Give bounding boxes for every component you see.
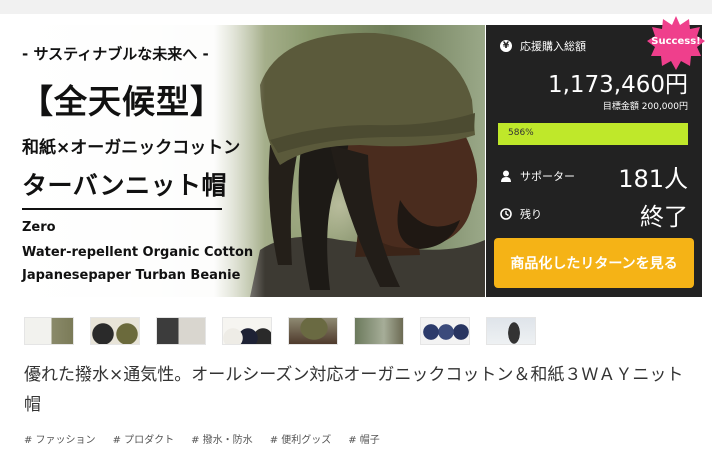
thumbnail-7[interactable] <box>420 317 470 345</box>
remaining-label: 残り <box>520 208 542 221</box>
supporters-value: 181人 <box>618 165 688 193</box>
hero-english-line-2: Water-repellent Organic Cotton <box>22 245 254 260</box>
top-bar <box>0 0 712 14</box>
person-icon <box>501 170 511 182</box>
project-description: 優れた撥水×通気性。オールシーズン対応オーガニックコットン＆和紙３ＷＡＹニット帽 <box>24 365 684 415</box>
total-label: 応援購入総額 <box>520 40 586 53</box>
total-label-row: ¥ 応援購入総額 <box>500 38 586 54</box>
tag-fashion[interactable]: # ファッション <box>24 431 96 446</box>
tag-waterproof[interactable]: # 撥水・防水 <box>191 431 253 446</box>
thumbnail-1[interactable] <box>24 317 74 345</box>
supporters-label-row: サポーター <box>500 168 575 184</box>
tag-gadgets[interactable]: # 便利グッズ <box>270 431 332 446</box>
clock-icon <box>500 208 512 220</box>
hero-english-line-1: Zero <box>22 220 56 235</box>
hero-title: 【全天候型】 <box>20 82 224 121</box>
tag-product[interactable]: # プロダクト <box>113 431 175 446</box>
tag-list: # ファッション # プロダクト # 撥水・防水 # 便利グッズ # 帽子 <box>24 431 397 446</box>
remaining-value: 終了 <box>640 203 688 231</box>
success-badge: Success! <box>651 36 701 47</box>
yen-icon: ¥ <box>500 40 512 52</box>
thumbnail-6[interactable] <box>354 317 404 345</box>
model-photo <box>250 32 485 297</box>
hero-line-1: 和紙×オーガニックコットン <box>22 138 241 158</box>
supporters-label: サポーター <box>520 170 575 183</box>
progress-percent: 586% <box>508 128 534 138</box>
thumbnail-2[interactable] <box>90 317 140 345</box>
view-returns-button[interactable]: 商品化したリターンを見る <box>494 238 694 288</box>
hero-image: - サスティナブルな未来へ - 【全天候型】 和紙×オーガニックコットン ターバ… <box>10 25 485 297</box>
progress-bar: 586% <box>498 123 688 145</box>
thumbnail-4[interactable] <box>222 317 272 345</box>
hero-divider <box>22 208 222 210</box>
remaining-label-row: 残り <box>500 206 542 222</box>
hero-english-line-3: Japanesepaper Turban Beanie <box>22 268 241 283</box>
thumbnail-8[interactable] <box>486 317 536 345</box>
thumbnail-5[interactable] <box>288 317 338 345</box>
hero-line-2: ターバンニット帽 <box>22 171 228 200</box>
thumbnail-3[interactable] <box>156 317 206 345</box>
hero-subtitle: - サスティナブルな未来へ - <box>22 45 209 63</box>
goal-amount: 目標金額 200,000円 <box>602 102 688 112</box>
tag-hat[interactable]: # 帽子 <box>348 431 380 446</box>
